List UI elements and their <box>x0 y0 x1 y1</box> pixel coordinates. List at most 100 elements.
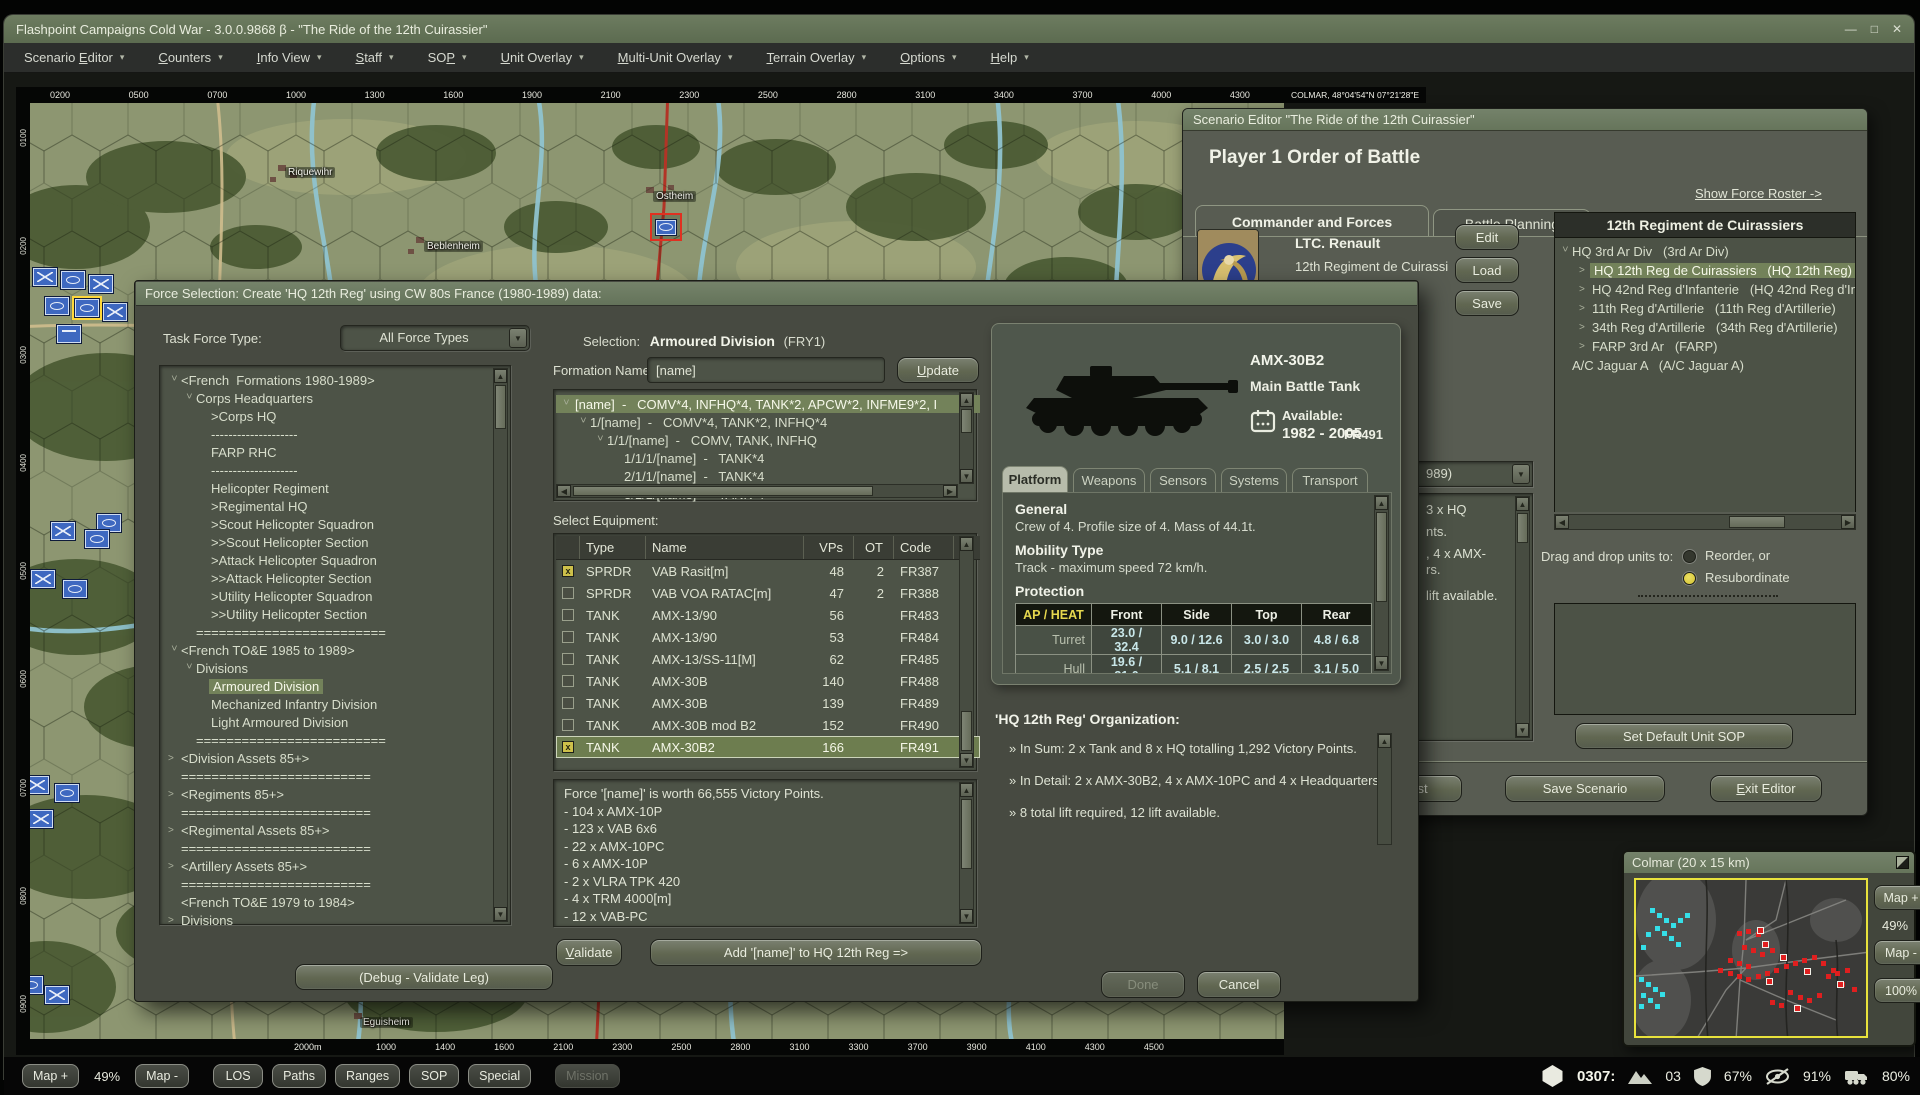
checkbox-checked-icon[interactable]: x <box>562 741 574 753</box>
tree-arrow-icon[interactable]: > <box>1579 322 1592 333</box>
unit-counter-16[interactable] <box>44 985 70 1005</box>
minimap-view[interactable] <box>1634 878 1868 1038</box>
tree-arrow-icon[interactable]: > <box>1579 284 1592 295</box>
db-tree-item-14[interactable]: ========================= <box>162 623 514 641</box>
organization-scrollbar[interactable]: ▲ <box>1377 733 1392 845</box>
menu-info-view[interactable]: Info View▾ <box>257 50 322 65</box>
col-type[interactable]: Type <box>580 536 646 559</box>
radio-reorder-label[interactable]: Reorder, or <box>1705 548 1770 563</box>
add-formation-button[interactable]: Add '[name]' to HQ 12th Reg => <box>650 939 982 966</box>
formation-name-input[interactable] <box>647 357 885 383</box>
db-tree-item-20[interactable]: ========================= <box>162 731 514 749</box>
update-button[interactable]: Update <box>897 357 979 383</box>
exit-editor-button[interactable]: Exit Editor <box>1710 775 1822 802</box>
edit-commander-button[interactable]: Edit <box>1455 224 1519 250</box>
tree-arrow-icon[interactable]: > <box>1579 341 1592 352</box>
tree-arrow-icon[interactable]: > <box>560 399 571 412</box>
db-tree-item-8[interactable]: >Scout Helicopter Squadron <box>162 515 514 533</box>
equipment-row-3[interactable]: TANKAMX-13/9053FR484 <box>556 626 980 648</box>
checkbox[interactable] <box>556 631 580 643</box>
db-tree-item-12[interactable]: >Utility Helicopter Squadron <box>162 587 514 605</box>
db-tree-item-16[interactable]: >Divisions <box>162 659 514 677</box>
radio-reorder[interactable] <box>1683 550 1696 563</box>
roster-node-1[interactable]: >HQ 12th Reg de Cuirassiers (HQ 12th Reg… <box>1555 261 1855 280</box>
menu-options[interactable]: Options▾ <box>900 50 956 65</box>
radio-resubordinate[interactable] <box>1683 572 1696 585</box>
formation-node-3[interactable]: 1/1/1/[name] - TANK*4 <box>556 449 980 467</box>
equipment-scrollbar[interactable]: ▲▼ <box>959 536 974 768</box>
db-tree-item-23[interactable]: ><Regiments 85+> <box>162 785 514 803</box>
cancel-button[interactable]: Cancel <box>1197 971 1281 998</box>
unit-content-scrollbar[interactable]: ▲▼ <box>1374 495 1389 671</box>
menu-sop[interactable]: SOP▾ <box>428 50 467 65</box>
db-tree-item-7[interactable]: >Regimental HQ <box>162 497 514 515</box>
db-tree-item-9[interactable]: >>Scout Helicopter Section <box>162 533 514 551</box>
unit-counter-3[interactable] <box>44 296 70 316</box>
db-tree-item-21[interactable]: ><Division Assets 85+> <box>162 749 514 767</box>
equipment-row-6[interactable]: TANKAMX-30B139FR489 <box>556 692 980 714</box>
show-force-roster-link[interactable]: Show Force Roster -> <box>1695 186 1822 201</box>
equipment-row-5[interactable]: TANKAMX-30B140FR488 <box>556 670 980 692</box>
unit-counter-13[interactable] <box>54 783 80 803</box>
mission-button[interactable]: Mission <box>555 1064 619 1088</box>
unit-counter-8[interactable] <box>50 521 76 541</box>
db-tree-item-3[interactable]: -------------------- <box>162 425 514 443</box>
minimap-zoom-100-button[interactable]: 100% <box>1874 978 1920 1003</box>
db-tree-item-0[interactable]: ><French Formations 1980-1989> <box>162 371 514 389</box>
summary-scrollbar[interactable]: ▲▼ <box>959 782 974 924</box>
db-tree-item-26[interactable]: ========================= <box>162 839 514 857</box>
tree-arrow-icon[interactable]: > <box>594 435 605 448</box>
db-tree-item-17[interactable]: Armoured Division <box>162 677 514 695</box>
tree-arrow-icon[interactable]: > <box>168 825 181 836</box>
checkbox-icon[interactable] <box>562 653 574 665</box>
roster-node-2[interactable]: >HQ 42nd Reg d'Infanterie (HQ 42nd Reg d… <box>1555 280 1855 299</box>
unit-tab-platform[interactable]: Platform <box>1002 466 1068 492</box>
map-zoom-out-button[interactable]: Map - <box>135 1064 189 1088</box>
roster-node-6[interactable]: A/C Jaguar A (A/C Jaguar A) <box>1555 356 1855 375</box>
col-name[interactable]: Name <box>646 536 804 559</box>
maximize-icon[interactable]: □ <box>1871 22 1878 36</box>
unit-tab-systems[interactable]: Systems <box>1221 468 1287 492</box>
paths-button[interactable]: Paths <box>272 1064 326 1088</box>
checkbox[interactable] <box>556 675 580 687</box>
formation-node-0[interactable]: >[name] - COMV*4, INFHQ*4, TANK*2, APCW*… <box>556 395 980 413</box>
ranges-button[interactable]: Ranges <box>335 1064 400 1088</box>
db-tree-item-22[interactable]: ========================= <box>162 767 514 785</box>
checkbox[interactable]: x <box>556 741 580 753</box>
unit-counter-0[interactable] <box>32 267 58 287</box>
los-button[interactable]: LOS <box>213 1064 263 1088</box>
tree-arrow-icon[interactable]: > <box>168 861 181 872</box>
db-tree-item-5[interactable]: -------------------- <box>162 461 514 479</box>
db-tree-item-4[interactable]: FARP RHC <box>162 443 514 461</box>
equipment-row-7[interactable]: TANKAMX-30B mod B2152FR490 <box>556 714 980 736</box>
db-tree-item-28[interactable]: ========================= <box>162 875 514 893</box>
menu-terrain-overlay[interactable]: Terrain Overlay▾ <box>766 50 866 65</box>
tree-arrow-icon[interactable]: > <box>1559 246 1570 259</box>
task-force-type-dropdown[interactable]: All Force Types ▼ <box>340 325 530 351</box>
unit-counter-9[interactable] <box>84 529 110 549</box>
menu-staff[interactable]: Staff▾ <box>356 50 394 65</box>
db-tree-item-29[interactable]: <French TO&E 1979 to 1984> <box>162 893 514 911</box>
db-tree-item-18[interactable]: Mechanized Infantry Division <box>162 695 514 713</box>
db-tree-item-30[interactable]: >Divisions <box>162 911 514 928</box>
save-scenario-button[interactable]: Save Scenario <box>1505 775 1665 802</box>
roster-horizontal-scrollbar[interactable]: ◀▶ <box>1554 514 1856 530</box>
unit-counter-10[interactable] <box>30 569 56 589</box>
tree-arrow-icon[interactable]: > <box>168 753 181 764</box>
unit-drop-listbox[interactable] <box>1554 603 1856 715</box>
equipment-row-1[interactable]: SPRDRVAB VOA RATAC[m]472FR388 <box>556 582 980 604</box>
roster-node-3[interactable]: >11th Reg d'Artillerie (11th Reg d'Artil… <box>1555 299 1855 318</box>
done-button[interactable]: Done <box>1101 971 1185 998</box>
tree-arrow-icon[interactable]: > <box>168 375 179 388</box>
col-vps[interactable]: VPs <box>804 536 854 559</box>
checkbox[interactable] <box>556 719 580 731</box>
menu-scenario-editor[interactable]: Scenario Editor▾ <box>24 50 124 65</box>
unit-counter[interactable] <box>655 219 677 236</box>
tree-arrow-icon[interactable]: > <box>168 915 181 926</box>
minimap-zoom-in-button[interactable]: Map + <box>1874 885 1920 910</box>
minimize-icon[interactable]: — <box>1845 22 1857 36</box>
db-tree-item-1[interactable]: >Corps Headquarters <box>162 389 514 407</box>
tree-arrow-icon[interactable]: > <box>183 393 194 406</box>
db-tree-item-15[interactable]: ><French TO&E 1985 to 1989> <box>162 641 514 659</box>
checkbox[interactable]: x <box>556 565 580 577</box>
